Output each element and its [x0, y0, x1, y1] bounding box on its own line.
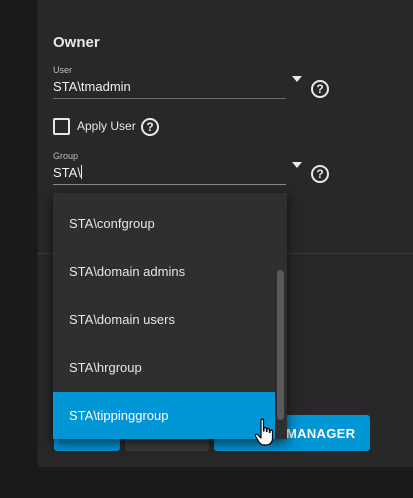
dropdown-option[interactable]: STA\domain admins	[53, 248, 275, 296]
user-dropdown-icon[interactable]	[292, 76, 302, 82]
apply-user-checkbox[interactable]	[53, 118, 70, 135]
user-help-icon[interactable]: ?	[311, 80, 329, 98]
group-field-input[interactable]: STA\	[53, 165, 81, 180]
hand-pointer-icon	[254, 418, 274, 446]
group-dropdown-icon[interactable]	[292, 162, 302, 168]
user-field-underline	[53, 98, 286, 99]
text-cursor	[81, 165, 82, 179]
dropdown-option[interactable]: STA\domain users	[53, 296, 275, 344]
dropdown-option[interactable]: STA\confgroup	[53, 200, 275, 248]
apply-user-help-icon[interactable]: ?	[141, 118, 159, 136]
use-acl-manager-button-label: MANAGER	[286, 426, 356, 441]
group-help-icon[interactable]: ?	[311, 165, 329, 183]
apply-user-label: Apply User	[77, 119, 136, 133]
group-field-underline	[53, 184, 286, 185]
user-field-input[interactable]: STA\tmadmin	[53, 79, 131, 94]
dropdown-option-selected[interactable]: STA\tippinggroup	[53, 392, 275, 439]
owner-section-title: Owner	[53, 34, 100, 51]
group-field-label: Group	[53, 151, 79, 161]
user-field-label: User	[53, 65, 73, 75]
dropdown-option[interactable]: STA\hrgroup	[53, 344, 275, 392]
dropdown-scrollbar[interactable]	[277, 270, 284, 420]
group-dropdown-menu: STA\confgroup STA\domain admins STA\doma…	[53, 193, 287, 439]
